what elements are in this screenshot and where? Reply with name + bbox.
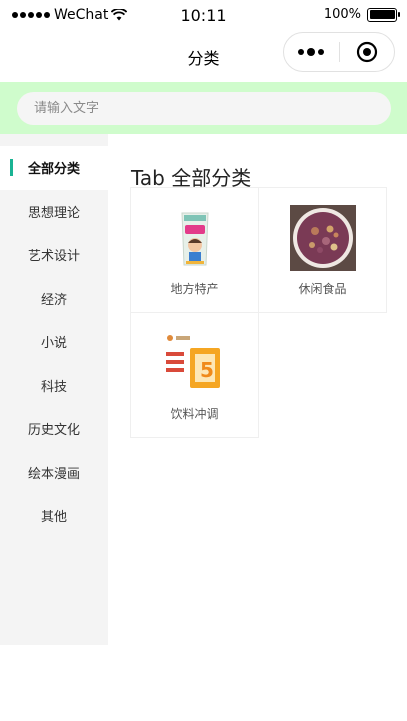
category-card-local-specialty[interactable]: 地方特产 (130, 187, 259, 313)
battery-status: 100% (323, 7, 400, 22)
search-input[interactable] (17, 92, 391, 125)
screen: WeChat 10:11 100% 分类 请输入文字 全部分类 思想理论 艺术设… (0, 0, 407, 721)
carrier-name: WeChat (54, 7, 109, 23)
more-menu-button[interactable] (284, 48, 339, 56)
status-bar: WeChat 10:11 100% (0, 0, 407, 30)
close-target-icon (356, 41, 377, 63)
battery-icon (367, 7, 400, 22)
wifi-icon (111, 9, 128, 21)
svg-text:5: 5 (200, 358, 214, 382)
category-label: 饮料冲调 (170, 407, 219, 421)
signal-icon (12, 12, 50, 18)
snack-bag-image (180, 212, 209, 266)
drink-box-image: 5 (165, 335, 220, 388)
category-card-beverages[interactable]: 5 饮料冲调 (130, 312, 259, 438)
sidebar-item-art-design[interactable]: 艺术设计 (0, 233, 108, 277)
sidebar-item-technology[interactable]: 科技 (0, 364, 108, 408)
category-sidebar: 全部分类 思想理论 艺术设计 经济 小说 科技 历史文化 绘本漫画 其他 (0, 134, 108, 645)
porridge-bowl-image (289, 205, 356, 271)
search-bar (0, 82, 407, 134)
battery-percentage: 100% (323, 7, 361, 22)
sidebar-item-theory[interactable]: 思想理论 (0, 190, 108, 234)
category-card-snack-food[interactable]: 休闲食品 (258, 187, 387, 313)
sidebar-item-picture-books[interactable]: 绘本漫画 (0, 451, 108, 495)
battery-level (369, 10, 395, 19)
category-label: 休闲食品 (298, 282, 347, 296)
mini-program-capsule (283, 32, 395, 72)
category-label: 地方特产 (170, 282, 219, 296)
sidebar-item-all[interactable]: 全部分类 (0, 146, 108, 190)
sidebar-item-other[interactable]: 其他 (0, 494, 108, 538)
close-button[interactable] (340, 41, 395, 63)
sidebar-item-economy[interactable]: 经济 (0, 277, 108, 321)
navigation-bar: 分类 (0, 30, 407, 82)
clock-time: 10:11 (180, 6, 227, 25)
sidebar-item-novel[interactable]: 小说 (0, 320, 108, 364)
sidebar-item-history[interactable]: 历史文化 (0, 407, 108, 451)
